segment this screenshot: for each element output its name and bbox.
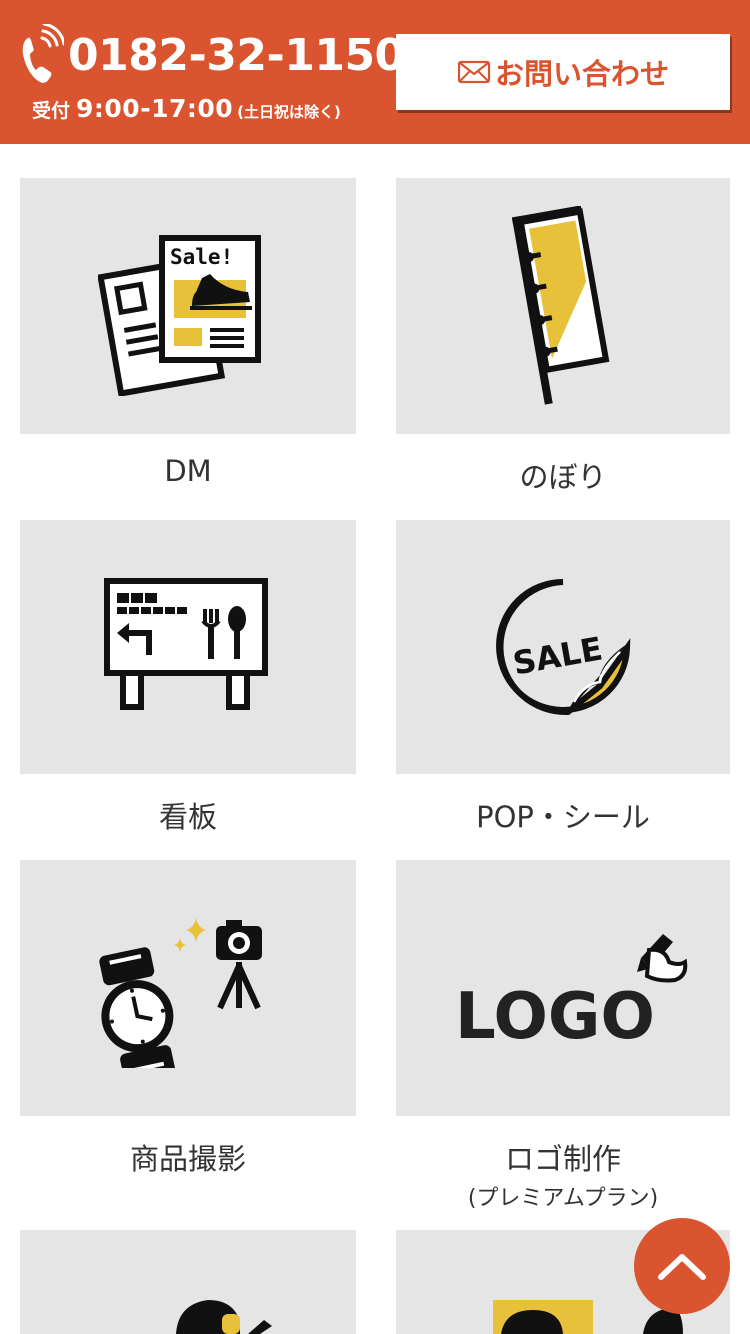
contact-label: お問い合わせ: [494, 57, 669, 91]
chevron-up-icon: [658, 1254, 706, 1280]
scroll-to-top-button[interactable]: [634, 1218, 730, 1314]
phone-contact[interactable]: 0182-32-1150 受付 9:00-17:00 (土日祝は除く): [20, 22, 405, 132]
tile-title: 商品撮影: [129, 1142, 246, 1176]
hours-label: 受付: [32, 100, 71, 122]
tile-subtitle: (プレミアムプラン): [467, 1186, 659, 1211]
service-tile-logo-design[interactable]: LOGO ロゴ制作 (プレミアムプラン): [396, 860, 730, 1212]
tile-image: [20, 520, 356, 774]
dm-flyer-icon: Sale!: [98, 235, 261, 396]
contact-button[interactable]: お問い合わせ: [396, 34, 730, 110]
service-tile-product-photo[interactable]: 商品撮影: [20, 860, 356, 1178]
business-hours: 受付 9:00-17:00 (土日祝は除く): [32, 94, 341, 123]
tile-title: ロゴ制作: [504, 1142, 621, 1176]
sticker-text: SALE: [510, 629, 605, 682]
tile-image: LOGO: [396, 860, 730, 1116]
mail-icon: [457, 60, 491, 84]
character-illustration-icon: [493, 1300, 683, 1334]
service-tile-dm[interactable]: Sale! DM: [20, 178, 356, 488]
tile-title: 看板: [158, 800, 217, 834]
nobori-flag-icon: [511, 206, 610, 405]
logo-illustration-text: LOGO: [455, 980, 655, 1054]
dm-sign-text: Sale!: [170, 245, 233, 269]
sale-sticker-icon: SALE: [496, 579, 631, 716]
product-photo-icon: [99, 918, 262, 1068]
character-illustration-icon: [176, 1300, 272, 1334]
tile-title: POP・シール: [476, 800, 650, 834]
service-tile-partial[interactable]: [20, 1230, 356, 1334]
header-bar: 0182-32-1150 受付 9:00-17:00 (土日祝は除く) お問い合わせ: [0, 0, 750, 144]
signboard-icon: [104, 578, 268, 710]
logo-design-icon: LOGO: [455, 934, 688, 1054]
service-tile-nobori[interactable]: のぼり: [396, 178, 730, 496]
tile-image: [20, 860, 356, 1116]
tile-title: のぼり: [519, 460, 607, 494]
service-tile-signboard[interactable]: 看板: [20, 520, 356, 836]
phone-number[interactable]: 0182-32-1150: [68, 30, 405, 81]
tile-image: Sale!: [20, 178, 356, 434]
hours-note: (土日祝は除く): [237, 103, 341, 121]
tile-image: [396, 178, 730, 434]
service-tile-pop-sticker[interactable]: SALE POP・シール: [396, 520, 730, 836]
tile-image: [20, 1230, 356, 1334]
tile-title: DM: [164, 454, 212, 488]
phone-icon: [22, 24, 64, 83]
hours-time: 9:00-17:00: [76, 94, 234, 123]
tile-image: SALE: [396, 520, 730, 774]
